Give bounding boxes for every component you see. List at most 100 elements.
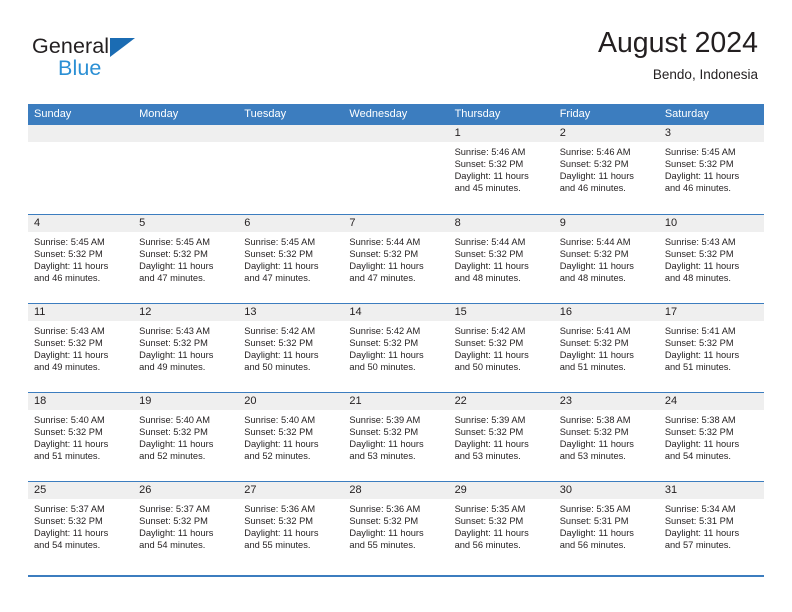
day-detail-line: and 50 minutes.	[244, 362, 311, 373]
day-detail-line: and 54 minutes.	[664, 451, 731, 462]
day-cell[interactable]: 24 Sunrise: 5:38 AM Sunset: 5:32 PM Dayligh…	[658, 393, 764, 481]
day-number: 17	[658, 304, 764, 321]
day-cell[interactable]: 21 Sunrise: 5:39 AM Sunset: 5:32 PM Dayligh…	[343, 393, 449, 481]
day-sun-details: Sunrise: 5:43 AM Sunset: 5:32 PM Daylight:…	[28, 321, 133, 373]
day-detail-line: Sunrise: 5:37 AM	[34, 504, 105, 514]
day-cell[interactable]: 28 Sunrise: 5:36 AM Sunset: 5:32 PM Dayligh…	[343, 482, 449, 570]
day-cell[interactable]: 31 Sunrise: 5:34 AM Sunset: 5:31 PM Dayligh…	[658, 482, 764, 570]
day-cell[interactable]: 2 Sunrise: 5:46 AM Sunset: 5:32 PM Daylight…	[553, 125, 659, 214]
day-detail-line: and 54 minutes.	[139, 540, 206, 551]
day-number: 27	[238, 482, 344, 499]
day-detail-line: Sunrise: 5:42 AM	[244, 326, 316, 336]
day-cell[interactable]: 15 Sunrise: 5:42 AM Sunset: 5:32 PM Dayligh…	[448, 304, 554, 392]
day-detail-line: Sunset: 5:32 PM	[664, 338, 734, 349]
day-sun-details: Sunrise: 5:44 AM Sunset: 5:32 PM Daylight:…	[343, 232, 448, 284]
day-cell[interactable]: 14 Sunrise: 5:42 AM Sunset: 5:32 PM Dayligh…	[343, 304, 449, 392]
day-cell[interactable]: 20 Sunrise: 5:40 AM Sunset: 5:32 PM Dayligh…	[238, 393, 344, 481]
day-detail-line: Sunset: 5:31 PM	[559, 516, 629, 527]
day-cell-empty	[238, 125, 344, 214]
day-cell[interactable]: 5 Sunrise: 5:45 AM Sunset: 5:32 PM Daylight…	[133, 215, 239, 303]
day-detail-line: Sunset: 5:32 PM	[244, 249, 314, 260]
day-number: 11	[28, 304, 134, 321]
day-detail-line: Sunrise: 5:46 AM	[454, 147, 526, 157]
title-block: August 2024 Bendo, Indonesia	[598, 27, 758, 82]
day-detail-line: Sunrise: 5:42 AM	[349, 326, 421, 336]
day-cell[interactable]: 29 Sunrise: 5:35 AM Sunset: 5:32 PM Dayligh…	[448, 482, 554, 570]
day-cell[interactable]: 1 Sunrise: 5:46 AM Sunset: 5:32 PM Daylight…	[448, 125, 554, 214]
day-sun-details: Sunrise: 5:45 AM Sunset: 5:32 PM Daylight:…	[238, 232, 343, 284]
day-cell[interactable]: 10 Sunrise: 5:43 AM Sunset: 5:32 PM Dayligh…	[658, 215, 764, 303]
day-cell[interactable]: 13 Sunrise: 5:42 AM Sunset: 5:32 PM Dayligh…	[238, 304, 344, 392]
day-sun-details: Sunrise: 5:38 AM Sunset: 5:32 PM Daylight:…	[659, 410, 764, 462]
day-detail-line: and 56 minutes.	[559, 540, 626, 551]
day-detail-line: Daylight: 11 hours	[244, 528, 319, 539]
day-cell[interactable]: 8 Sunrise: 5:44 AM Sunset: 5:32 PM Daylight…	[448, 215, 554, 303]
day-detail-line: and 53 minutes.	[559, 451, 626, 462]
day-cell[interactable]: 18 Sunrise: 5:40 AM Sunset: 5:32 PM Dayligh…	[28, 393, 134, 481]
day-detail-line: Daylight: 11 hours	[454, 261, 529, 272]
day-detail-line: Sunset: 5:32 PM	[664, 427, 734, 438]
day-cell[interactable]: 17 Sunrise: 5:41 AM Sunset: 5:32 PM Dayligh…	[658, 304, 764, 392]
day-cell[interactable]: 16 Sunrise: 5:41 AM Sunset: 5:32 PM Dayligh…	[553, 304, 659, 392]
day-detail-line: Daylight: 11 hours	[559, 439, 634, 450]
day-number: 20	[238, 393, 344, 410]
day-detail-line: Sunset: 5:32 PM	[664, 249, 734, 260]
day-detail-line: Daylight: 11 hours	[664, 350, 740, 361]
day-number	[133, 125, 239, 142]
day-detail-line: and 51 minutes.	[559, 362, 626, 373]
day-cell[interactable]: 11 Sunrise: 5:43 AM Sunset: 5:32 PM Dayligh…	[28, 304, 134, 392]
day-sun-details: Sunrise: 5:35 AM Sunset: 5:32 PM Daylight:…	[449, 499, 554, 551]
day-cell-empty	[28, 125, 134, 214]
calendar-week-row: 4 Sunrise: 5:45 AM Sunset: 5:32 PM Daylight…	[28, 214, 764, 303]
day-cell[interactable]: 25 Sunrise: 5:37 AM Sunset: 5:32 PM Dayligh…	[28, 482, 134, 570]
day-detail-line: Sunset: 5:32 PM	[34, 516, 103, 527]
day-number: 28	[343, 482, 449, 499]
day-detail-line: Sunset: 5:32 PM	[34, 427, 103, 438]
day-detail-line: and 48 minutes.	[664, 273, 731, 284]
day-number: 26	[133, 482, 239, 499]
day-sun-details: Sunrise: 5:36 AM Sunset: 5:32 PM Daylight:…	[238, 499, 343, 551]
day-cell[interactable]: 4 Sunrise: 5:45 AM Sunset: 5:32 PM Daylight…	[28, 215, 134, 303]
day-number: 18	[28, 393, 134, 410]
day-detail-line: Sunrise: 5:35 AM	[559, 504, 631, 514]
day-sun-details: Sunrise: 5:43 AM Sunset: 5:32 PM Daylight:…	[659, 232, 764, 284]
day-number: 22	[448, 393, 554, 410]
day-cell[interactable]: 30 Sunrise: 5:35 AM Sunset: 5:31 PM Dayligh…	[553, 482, 659, 570]
day-detail-line: Daylight: 11 hours	[559, 350, 634, 361]
day-number: 4	[28, 215, 134, 232]
day-cell[interactable]: 22 Sunrise: 5:39 AM Sunset: 5:32 PM Dayligh…	[448, 393, 554, 481]
day-cell[interactable]: 7 Sunrise: 5:44 AM Sunset: 5:32 PM Daylight…	[343, 215, 449, 303]
day-number: 12	[133, 304, 239, 321]
weekday-header-wednesday: Wednesday	[349, 108, 408, 120]
day-detail-line: Sunset: 5:32 PM	[454, 338, 524, 349]
day-detail-line: Daylight: 11 hours	[349, 528, 424, 539]
day-detail-line: and 53 minutes.	[454, 451, 521, 462]
day-cell[interactable]: 27 Sunrise: 5:36 AM Sunset: 5:32 PM Dayligh…	[238, 482, 344, 570]
day-cell[interactable]: 3 Sunrise: 5:45 AM Sunset: 5:32 PM Daylight…	[658, 125, 764, 214]
day-cell[interactable]: 9 Sunrise: 5:44 AM Sunset: 5:32 PM Daylight…	[553, 215, 659, 303]
day-detail-line: and 56 minutes.	[454, 540, 521, 551]
day-cell[interactable]: 12 Sunrise: 5:43 AM Sunset: 5:32 PM Dayligh…	[133, 304, 239, 392]
bottom-divider	[28, 575, 764, 577]
day-detail-line: Sunset: 5:32 PM	[34, 338, 103, 349]
day-number	[238, 125, 344, 142]
day-sun-details: Sunrise: 5:40 AM Sunset: 5:32 PM Daylight:…	[28, 410, 133, 462]
day-detail-line: Daylight: 11 hours	[559, 528, 634, 539]
day-cell[interactable]: 23 Sunrise: 5:38 AM Sunset: 5:32 PM Dayligh…	[553, 393, 659, 481]
day-detail-line: Sunrise: 5:43 AM	[664, 237, 736, 247]
day-cell[interactable]: 26 Sunrise: 5:37 AM Sunset: 5:32 PM Dayligh…	[133, 482, 239, 570]
day-detail-line: and 47 minutes.	[244, 273, 311, 284]
day-detail-line: Sunrise: 5:36 AM	[244, 504, 316, 514]
day-number: 7	[343, 215, 449, 232]
general-blue-logo[interactable]: General Blue	[32, 34, 232, 86]
day-sun-details	[238, 142, 343, 146]
day-number: 14	[343, 304, 449, 321]
day-cell[interactable]: 6 Sunrise: 5:45 AM Sunset: 5:32 PM Daylight…	[238, 215, 344, 303]
day-sun-details: Sunrise: 5:38 AM Sunset: 5:32 PM Daylight:…	[554, 410, 659, 462]
day-number: 30	[553, 482, 659, 499]
day-cell[interactable]: 19 Sunrise: 5:40 AM Sunset: 5:32 PM Dayligh…	[133, 393, 239, 481]
weekday-header-monday: Monday	[139, 108, 179, 120]
day-detail-line: Sunrise: 5:37 AM	[139, 504, 210, 514]
day-sun-details: Sunrise: 5:42 AM Sunset: 5:32 PM Daylight:…	[449, 321, 554, 373]
day-number: 25	[28, 482, 134, 499]
